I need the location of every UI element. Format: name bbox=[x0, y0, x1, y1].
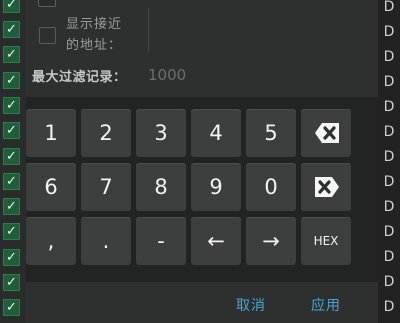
near-address-checkbox[interactable] bbox=[39, 27, 56, 44]
apply-button[interactable]: 应用 bbox=[311, 295, 341, 315]
background-checkbox[interactable]: ✓ bbox=[3, 0, 20, 13]
background-checkbox[interactable]: ✓ bbox=[3, 173, 20, 190]
background-left-column: ✓ ✓ ✓ ✓ ✓ ✓ ✓ ✓ ✓ ✓ ✓ ✓ ✓ bbox=[0, 0, 26, 323]
background-row-letter: D bbox=[383, 24, 395, 40]
key-1[interactable]: 1 bbox=[26, 109, 76, 157]
key-2[interactable]: 2 bbox=[81, 109, 131, 157]
background-row-letter: D bbox=[383, 249, 395, 265]
background-checkbox[interactable]: ✓ bbox=[3, 97, 20, 114]
background-checkbox[interactable]: ✓ bbox=[3, 148, 20, 165]
check-icon: ✓ bbox=[6, 300, 17, 315]
check-icon: ✓ bbox=[6, 22, 17, 37]
background-row-letter: D bbox=[383, 149, 395, 165]
check-icon: ✓ bbox=[6, 73, 17, 88]
background-row-letter: D bbox=[383, 74, 395, 90]
check-icon: ✓ bbox=[6, 199, 17, 214]
key-right-arrow[interactable]: → bbox=[246, 217, 296, 265]
max-records-label: 最大过滤记录： bbox=[32, 70, 127, 85]
check-icon: ✓ bbox=[6, 47, 17, 62]
background-row-letter: D bbox=[383, 174, 395, 190]
key-9[interactable]: 9 bbox=[191, 163, 241, 211]
backspace-key[interactable] bbox=[301, 109, 351, 157]
background-row-letter: D bbox=[383, 99, 395, 115]
check-icon: ✓ bbox=[6, 250, 17, 265]
background-checkbox[interactable]: ✓ bbox=[3, 72, 20, 89]
key-comma[interactable]: , bbox=[26, 217, 76, 265]
background-checkbox[interactable]: ✓ bbox=[3, 299, 20, 316]
key-minus[interactable]: - bbox=[136, 217, 186, 265]
background-checkbox[interactable]: ✓ bbox=[3, 223, 20, 240]
key-hex[interactable]: HEX bbox=[301, 217, 351, 265]
check-icon: ✓ bbox=[6, 149, 17, 164]
divider bbox=[148, 8, 149, 52]
filter-dialog: 显示接近 的地址： 最大过滤记录： 1 2 3 4 5 6 7 8 9 0 bbox=[26, 0, 378, 323]
background-checkbox[interactable]: ✓ bbox=[3, 122, 20, 139]
background-row-letter: D bbox=[383, 274, 395, 290]
top-option-checkbox[interactable] bbox=[38, 0, 56, 7]
check-icon: ✓ bbox=[6, 275, 17, 290]
near-address-label: 显示接近 的地址： bbox=[66, 14, 146, 56]
key-left-arrow[interactable]: ← bbox=[191, 217, 241, 265]
check-icon: ✓ bbox=[6, 98, 17, 113]
key-7[interactable]: 7 bbox=[81, 163, 131, 211]
background-row-letter: D bbox=[383, 299, 395, 315]
max-records-input[interactable] bbox=[146, 62, 370, 88]
background-row-letter: D bbox=[383, 124, 395, 140]
background-checkbox[interactable]: ✓ bbox=[3, 274, 20, 291]
forward-delete-icon bbox=[315, 177, 339, 197]
key-3[interactable]: 3 bbox=[136, 109, 186, 157]
key-8[interactable]: 8 bbox=[136, 163, 186, 211]
background-checkbox[interactable]: ✓ bbox=[3, 21, 20, 38]
backspace-icon bbox=[315, 123, 339, 143]
check-icon: ✓ bbox=[6, 174, 17, 189]
cancel-button[interactable]: 取消 bbox=[236, 295, 266, 315]
background-row-letter: D bbox=[383, 0, 395, 15]
background-row-letter: D bbox=[383, 49, 395, 65]
key-0[interactable]: 0 bbox=[246, 163, 296, 211]
near-address-label-line1: 显示接近 bbox=[66, 17, 123, 32]
forward-delete-key[interactable] bbox=[301, 163, 351, 211]
check-icon: ✓ bbox=[6, 224, 17, 239]
check-icon: ✓ bbox=[6, 123, 17, 138]
numeric-keyboard: 1 2 3 4 5 6 7 8 9 0 , . - ← → HEX bbox=[26, 97, 378, 282]
check-icon: ✓ bbox=[6, 0, 17, 12]
background-row-letter: D bbox=[383, 224, 395, 240]
background-checkbox[interactable]: ✓ bbox=[3, 249, 20, 266]
key-period[interactable]: . bbox=[81, 217, 131, 265]
key-6[interactable]: 6 bbox=[26, 163, 76, 211]
key-5[interactable]: 5 bbox=[246, 109, 296, 157]
background-checkbox[interactable]: ✓ bbox=[3, 198, 20, 215]
background-row-letter: D bbox=[383, 199, 395, 215]
near-address-label-line2: 的地址： bbox=[66, 38, 123, 53]
background-right-column: D D D D D D D D D D D D D bbox=[378, 0, 400, 323]
background-checkbox[interactable]: ✓ bbox=[3, 46, 20, 63]
dialog-button-bar: 取消 应用 bbox=[26, 282, 378, 323]
key-4[interactable]: 4 bbox=[191, 109, 241, 157]
